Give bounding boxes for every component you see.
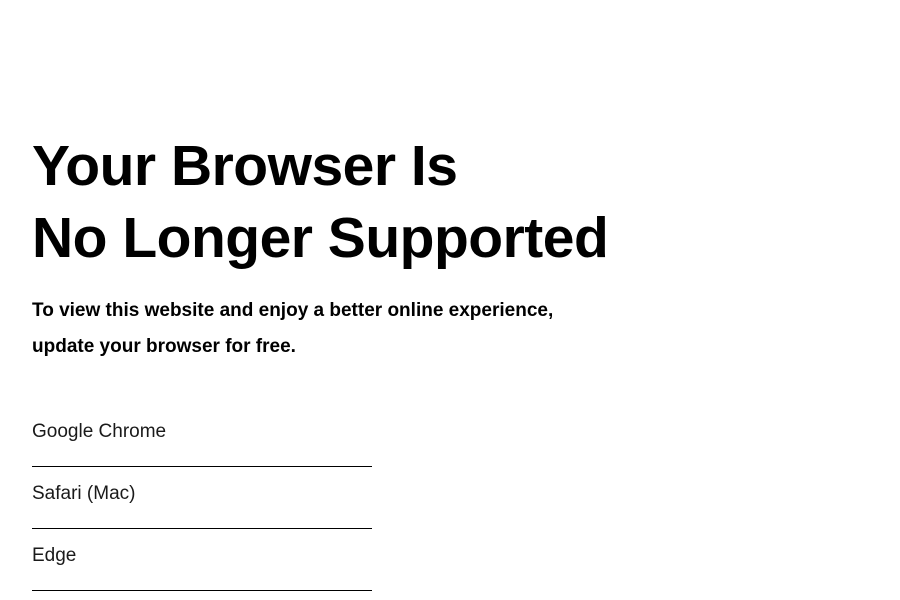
browser-list: Google Chrome Safari (Mac) Edge [32, 405, 372, 591]
browser-list-item: Safari (Mac) [32, 467, 372, 529]
page-title-line-1: Your Browser Is [32, 134, 458, 198]
browser-list-item: Edge [32, 529, 372, 591]
page-title: Your Browser Is No Longer Supported [32, 130, 609, 274]
upgrade-message-line-1: To view this website and enjoy a better … [32, 300, 554, 321]
safari-mac-link[interactable]: Safari (Mac) [32, 467, 372, 529]
page-title-line-2: No Longer Supported [32, 206, 609, 270]
google-chrome-link[interactable]: Google Chrome [32, 405, 372, 467]
upgrade-message: To view this website and enjoy a better … [32, 293, 632, 365]
edge-link[interactable]: Edge [32, 529, 372, 591]
browser-list-item: Google Chrome [32, 405, 372, 467]
upgrade-message-line-2: update your browser for free. [32, 336, 296, 357]
unsupported-browser-page: Your Browser Is No Longer Supported To v… [0, 0, 900, 600]
